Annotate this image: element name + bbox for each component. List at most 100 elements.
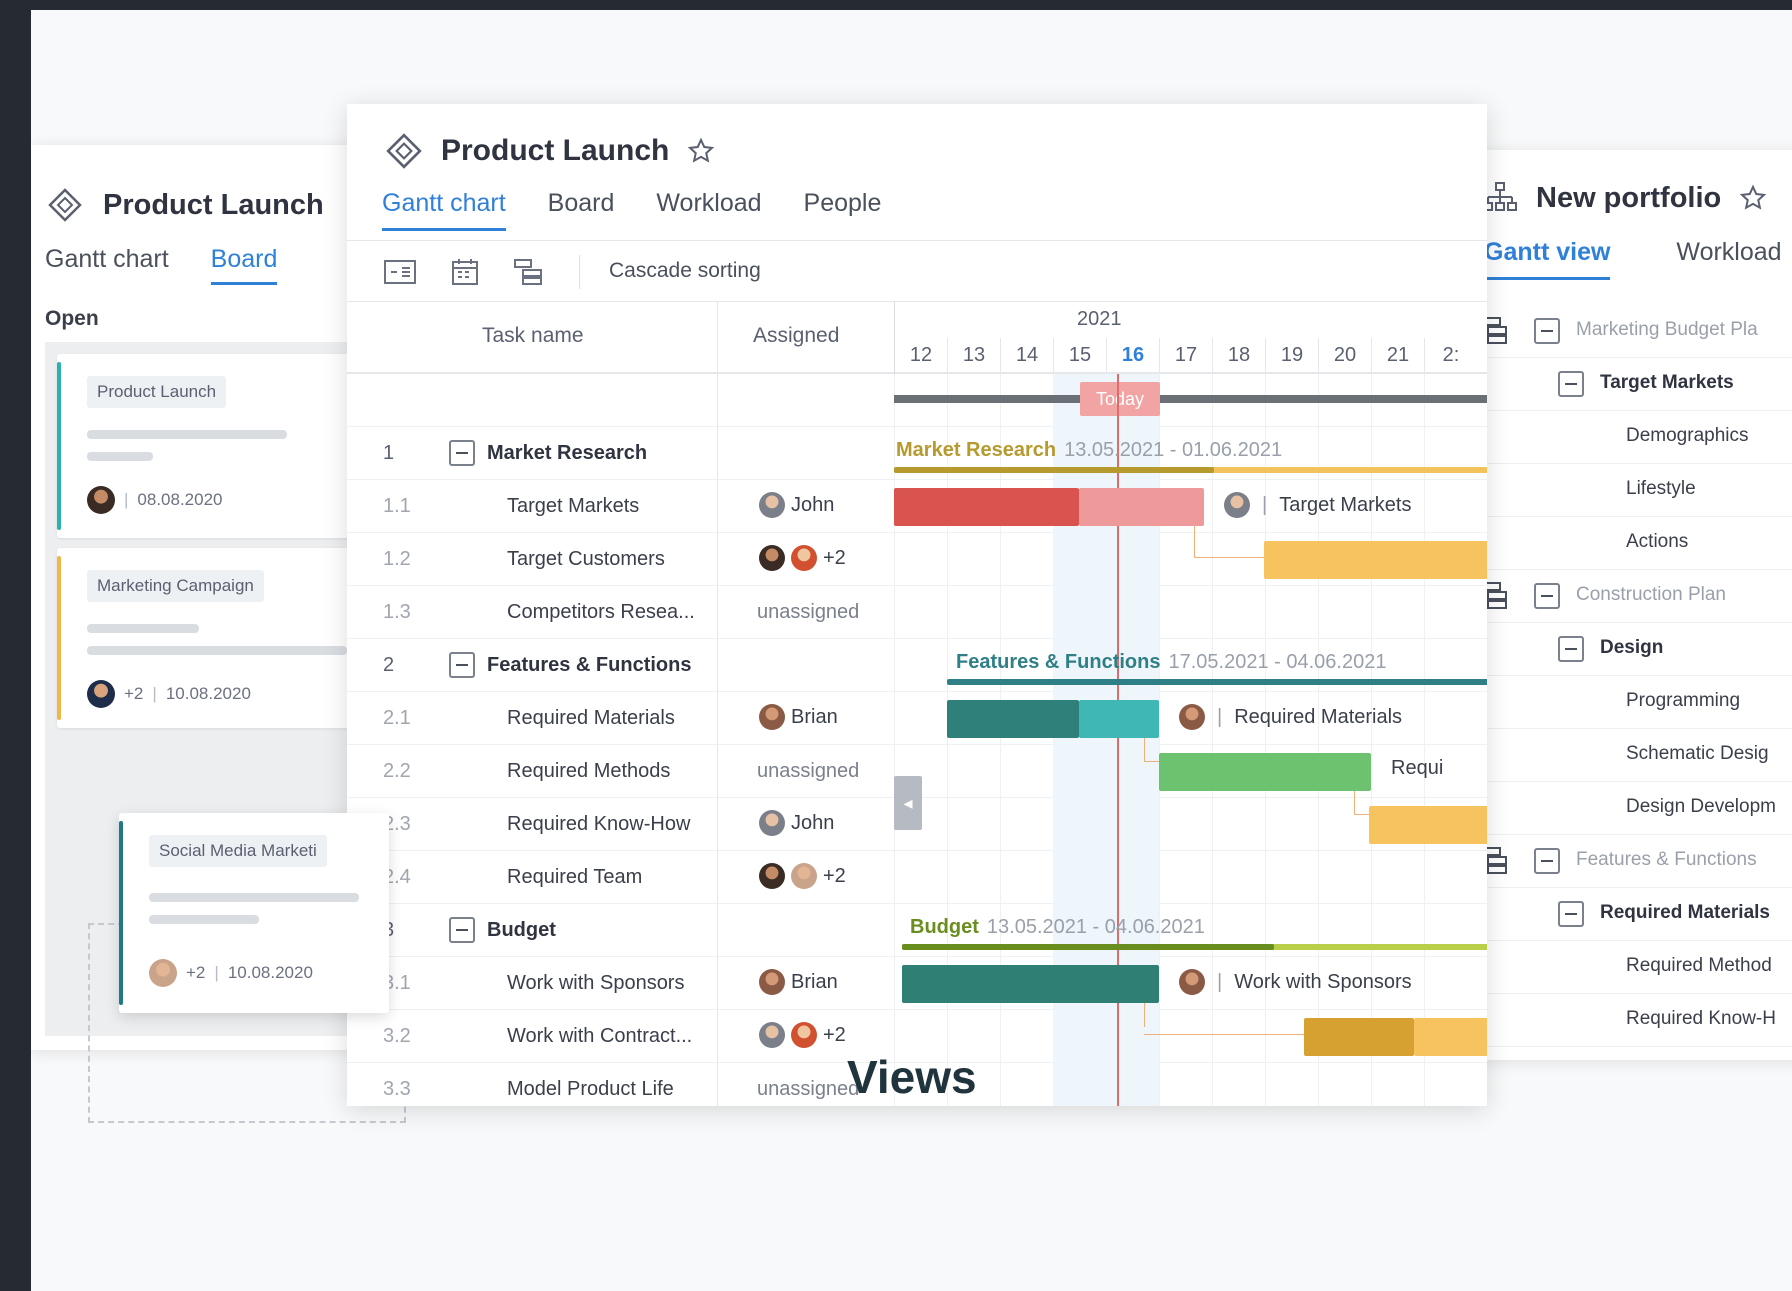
task-number: 1.3 bbox=[383, 601, 411, 623]
avatar bbox=[791, 545, 817, 571]
task-name[interactable]: Work with Sponsors bbox=[507, 972, 684, 995]
text-placeholder bbox=[87, 624, 199, 633]
tree-row-project[interactable]: Marketing Budget Pla bbox=[1466, 305, 1792, 358]
collapse-toggle[interactable] bbox=[449, 917, 475, 943]
day-gridline bbox=[1371, 374, 1372, 1106]
toolbar-divider bbox=[579, 255, 580, 289]
tab-board[interactable]: Board bbox=[548, 189, 615, 231]
tree-row-task[interactable]: Required Method bbox=[1466, 941, 1792, 994]
column-header-assigned[interactable]: Assigned bbox=[753, 324, 839, 348]
tree-row-group[interactable]: Target Markets bbox=[1466, 358, 1792, 411]
task-name[interactable]: Required Know-How bbox=[507, 813, 690, 836]
collapse-toggle[interactable] bbox=[1534, 318, 1560, 344]
tab-people[interactable]: People bbox=[804, 189, 882, 231]
tree-row-task[interactable]: Design Developm bbox=[1466, 782, 1792, 835]
assignee[interactable]: John bbox=[759, 810, 834, 836]
assignee[interactable]: John bbox=[759, 492, 834, 518]
portfolio-header: New portfolio bbox=[1482, 180, 1767, 216]
tree-label: Required Materials bbox=[1600, 902, 1770, 923]
gantt-header: Product Launch bbox=[385, 132, 715, 170]
text-placeholder bbox=[87, 430, 287, 439]
tree-row-task[interactable]: Schematic Desig bbox=[1466, 729, 1792, 782]
tree-label: Features & Functions bbox=[1576, 849, 1757, 870]
task-number: 2.2 bbox=[383, 760, 411, 782]
dependency-line bbox=[1144, 1003, 1145, 1027]
tab-board[interactable]: Board bbox=[210, 245, 278, 285]
card-project-chip: Social Media Marketi bbox=[149, 835, 327, 867]
collapse-toggle[interactable] bbox=[1534, 848, 1560, 874]
task-name[interactable]: Target Customers bbox=[507, 548, 665, 571]
assignee[interactable]: unassigned bbox=[757, 601, 859, 624]
collapse-toggle[interactable] bbox=[1558, 636, 1584, 662]
collapse-grid-handle[interactable]: ◂ bbox=[894, 776, 922, 830]
tab-gantt-chart[interactable]: Gantt chart bbox=[382, 189, 506, 231]
tab-workload[interactable]: Workload bbox=[1676, 238, 1781, 280]
task-name[interactable]: Features & Functions bbox=[487, 654, 691, 677]
star-icon[interactable] bbox=[1739, 184, 1767, 212]
avatar bbox=[1224, 492, 1250, 518]
task-name[interactable]: Target Markets bbox=[507, 495, 639, 518]
assignee[interactable]: unassigned bbox=[757, 760, 859, 783]
task-bar bbox=[1369, 806, 1487, 844]
assignee[interactable]: Brian bbox=[759, 704, 838, 730]
column-title-open: Open bbox=[45, 307, 99, 330]
tree-row-task[interactable]: Demographics bbox=[1466, 411, 1792, 464]
calendar-icon[interactable] bbox=[449, 257, 483, 287]
card-due-date: 08.08.2020 bbox=[137, 490, 223, 509]
dependency-line bbox=[1194, 557, 1264, 558]
task-bar-label: Requi bbox=[1391, 757, 1443, 780]
day-gridline bbox=[1212, 374, 1213, 1106]
column-header-task-name[interactable]: Task name bbox=[482, 324, 584, 348]
assignee-name: +2 bbox=[823, 546, 846, 569]
avatar bbox=[759, 810, 785, 836]
assignee[interactable]: +2 bbox=[759, 545, 846, 571]
avatar bbox=[791, 863, 817, 889]
wbs-hierarchy-icon[interactable] bbox=[513, 257, 547, 287]
group-dates: 17.05.2021 - 04.06.2021 bbox=[1168, 651, 1387, 673]
day-gridline bbox=[894, 374, 895, 1106]
task-name[interactable]: Required Methods bbox=[507, 760, 670, 783]
assignee[interactable]: Brian bbox=[759, 969, 838, 995]
tree-row-task[interactable]: Lifestyle bbox=[1466, 464, 1792, 517]
task-name[interactable]: Work with Contract... bbox=[507, 1025, 692, 1048]
tab-gantt-view[interactable]: Gantt view bbox=[1484, 238, 1611, 280]
tree-row-group[interactable]: Required Materials bbox=[1466, 888, 1792, 941]
assignee[interactable]: +2 bbox=[759, 863, 846, 889]
portfolio-panel: New portfolio Gantt view Workload Market… bbox=[1466, 150, 1792, 1060]
task-name[interactable]: Competitors Resea... bbox=[507, 601, 695, 624]
task-name[interactable]: Required Materials bbox=[507, 707, 675, 730]
dragged-board-card[interactable]: Social Media Marketi +2 | 10.08.2020 bbox=[119, 813, 389, 1013]
task-bar bbox=[1079, 700, 1159, 738]
task-bar bbox=[1159, 753, 1371, 791]
collapse-toggle[interactable] bbox=[1558, 371, 1584, 397]
portfolio-tree: Marketing Budget Pla Target Markets Demo… bbox=[1466, 305, 1792, 1047]
task-number: 1.2 bbox=[383, 548, 411, 570]
assignee[interactable]: unassigned bbox=[757, 1078, 859, 1101]
tree-row-project[interactable]: Features & Functions bbox=[1466, 835, 1792, 888]
collapse-toggle[interactable] bbox=[449, 652, 475, 678]
tree-row-task[interactable]: Actions bbox=[1466, 517, 1792, 570]
star-icon[interactable] bbox=[687, 137, 715, 165]
tree-row-group[interactable]: Design bbox=[1466, 623, 1792, 676]
collapse-toggle[interactable] bbox=[1558, 901, 1584, 927]
task-name[interactable]: Required Team bbox=[507, 866, 642, 889]
collapse-toggle[interactable] bbox=[1534, 583, 1560, 609]
task-name[interactable]: Budget bbox=[487, 919, 556, 942]
tree-row-project[interactable]: Construction Plan bbox=[1466, 570, 1792, 623]
tab-gantt-chart[interactable]: Gantt chart bbox=[45, 245, 169, 285]
column-settings-icon[interactable] bbox=[383, 257, 417, 287]
board-card[interactable]: Marketing Campaign +2 | 10.08.2020 bbox=[57, 548, 373, 728]
avatar bbox=[759, 863, 785, 889]
avatar bbox=[791, 1022, 817, 1048]
task-name[interactable]: Model Product Life bbox=[507, 1078, 674, 1101]
cascade-sorting-button[interactable]: Cascade sorting bbox=[609, 259, 761, 283]
board-card[interactable]: Product Launch | 08.08.2020 bbox=[57, 354, 373, 538]
gantt-title: Product Launch bbox=[441, 134, 670, 167]
tree-row-task[interactable]: Programming bbox=[1466, 676, 1792, 729]
task-number: 2.1 bbox=[383, 707, 411, 729]
assignee[interactable]: +2 bbox=[759, 1022, 846, 1048]
tree-row-task[interactable]: Required Know-H bbox=[1466, 994, 1792, 1047]
tab-workload[interactable]: Workload bbox=[656, 189, 761, 231]
task-name[interactable]: Market Research bbox=[487, 442, 647, 465]
collapse-toggle[interactable] bbox=[449, 440, 475, 466]
